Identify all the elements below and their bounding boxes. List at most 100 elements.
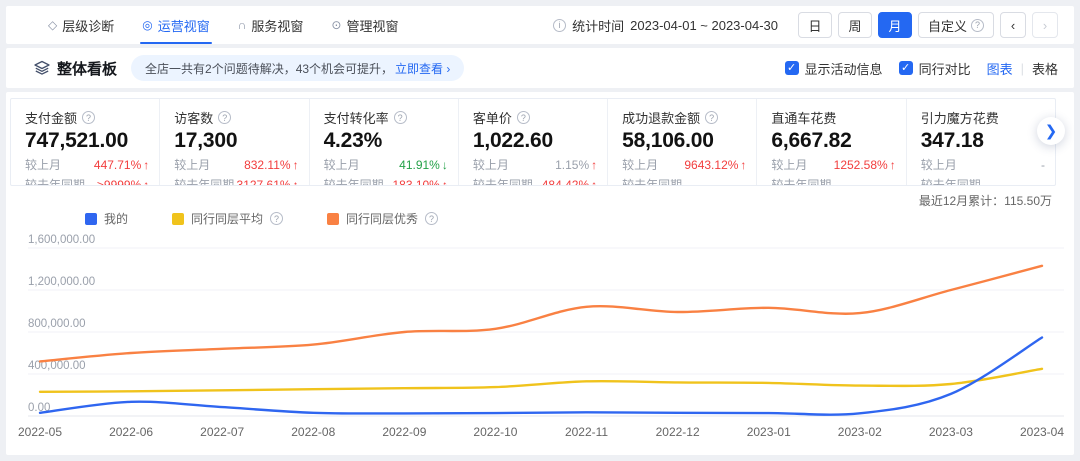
comparison-value: 832.11%↑: [244, 158, 298, 172]
comparison-row: 较去年同期 183.10%↑: [324, 176, 448, 186]
view-tabs: ◇ 层级诊断 ◎ 运营视窗 ∩ 服务视窗 ⊙ 管理视窗: [34, 6, 412, 44]
metric-cards-row: 支付金额 ? 747,521.00 较上月447.71%↑较去年同期>9999%…: [10, 98, 1056, 186]
tab-层级诊断[interactable]: ◇ 层级诊断: [34, 6, 128, 44]
x-axis-tick: 2022-08: [291, 425, 335, 439]
topbar-right: i 统计时间 2023-04-01 ~ 2023-04-30 日周月自定义? ‹…: [553, 12, 1058, 38]
arrow-up-icon: ↑: [293, 158, 299, 172]
metric-card[interactable]: 成功退款金额 ? 58,106.00 较上月9643.12%↑较去年同期-: [608, 99, 757, 185]
metric-title: 支付转化率: [324, 108, 389, 127]
metric-value: 17,300: [174, 129, 298, 153]
question-icon: ?: [517, 111, 530, 124]
comparison-label: 较上月: [25, 156, 61, 173]
metric-card[interactable]: 引力魔方花费 347.18 较上月-较去年同期-: [907, 99, 1055, 185]
comparison-value: 41.91%↓: [399, 158, 448, 172]
comparison-row: 较上月-: [921, 156, 1045, 173]
top-navigation-bar: ◇ 层级诊断 ◎ 运营视窗 ∩ 服务视窗 ⊙ 管理视窗 i 统计时间 2023-…: [6, 6, 1074, 44]
comparison-row: 较上月 41.91%↓: [324, 156, 448, 173]
cards-next-button[interactable]: ❯: [1037, 117, 1065, 145]
legend-swatch: [85, 213, 97, 225]
comparison-row: 较去年同期484.42%↑: [473, 176, 597, 186]
notice-text: 全店一共有2个问题待解决，43个机会可提升，: [145, 60, 393, 77]
metric-card[interactable]: 支付金额 ? 747,521.00 较上月447.71%↑较去年同期>9999%…: [11, 99, 160, 185]
notice-link[interactable]: 立即查看 ›: [395, 60, 450, 77]
prev-period-button[interactable]: ‹: [1000, 12, 1026, 38]
question-icon: ?: [394, 111, 407, 124]
comparison-row: 较去年同期3127.61%↑: [174, 176, 298, 186]
metric-card[interactable]: 支付转化率 ? 4.23% 较上月41.91%↓较去年同期183.10%↑: [310, 99, 459, 185]
metric-card[interactable]: 访客数 ? 17,300 较上月832.11%↑较去年同期3127.61%↑: [160, 99, 309, 185]
tab-运营视窗[interactable]: ◎ 运营视窗: [128, 6, 224, 44]
comparison-label: 较上月: [771, 156, 807, 173]
x-axis-tick: 2023-04: [1020, 425, 1064, 439]
view-table-toggle[interactable]: 表格: [1032, 59, 1058, 78]
checkbox-显示活动信息[interactable]: ✓ 显示活动信息: [785, 59, 883, 78]
series-line-同行同层优秀: [40, 266, 1042, 362]
arrow-up-icon: ↑: [740, 158, 746, 172]
compass-icon: ◎: [142, 18, 152, 32]
checkbox-group: ✓ 显示活动信息 ✓ 同行对比: [785, 59, 971, 78]
y-axis-tick: 1,600,000.00: [28, 234, 95, 246]
question-icon: ?: [82, 111, 95, 124]
comparison-label: 较去年同期: [174, 176, 234, 186]
arrow-up-icon: ↑: [143, 158, 149, 172]
comparison-row: 较上月 1252.58%↑: [771, 156, 895, 173]
seal-icon: ⊙: [331, 18, 341, 32]
comparison-row: 较上月 832.11%↑: [174, 156, 298, 173]
metric-title: 成功退款金额: [622, 108, 700, 127]
layers-icon: [34, 60, 50, 76]
checkbox-同行对比[interactable]: ✓ 同行对比: [899, 59, 971, 78]
arrow-up-icon: ↑: [442, 178, 448, 187]
board-header-bar: 整体看板 全店一共有2个问题待解决，43个机会可提升， 立即查看 › ✓显示活动…: [6, 48, 1074, 88]
checkbox-icon: ✓: [785, 61, 799, 75]
x-axis-tick: 2022-05: [18, 425, 62, 439]
range-button-月[interactable]: 月: [878, 12, 912, 38]
comparison-label: 较上月: [324, 156, 360, 173]
metric-value: 1,022.60: [473, 129, 597, 153]
arrow-up-icon: ↑: [591, 158, 597, 172]
tab-管理视窗[interactable]: ⊙ 管理视窗: [317, 6, 412, 44]
metric-title: 支付金额: [25, 108, 77, 127]
next-period-button[interactable]: ›: [1032, 12, 1058, 38]
checkbox-label: 同行对比: [919, 59, 971, 78]
metric-title: 客单价: [473, 108, 512, 127]
comparison-label: 较去年同期: [771, 176, 831, 186]
arrow-up-icon: ↑: [591, 178, 597, 187]
comparison-value: >9999%↑: [97, 178, 149, 187]
metric-card[interactable]: 客单价 ? 1,022.60 较上月1.15%↑较去年同期484.42%↑: [459, 99, 608, 185]
range-buttons: 日周月自定义?: [798, 12, 994, 38]
arrow-up-icon: ↑: [293, 178, 299, 187]
trend-line-chart[interactable]: 0.00400,000.00800,000.001,200,000.001,60…: [6, 224, 1074, 452]
tab-服务视窗[interactable]: ∩ 服务视窗: [224, 6, 318, 44]
view-chart-toggle[interactable]: 图表: [987, 59, 1013, 78]
metric-title: 直通车花费: [771, 108, 836, 127]
range-button-周[interactable]: 周: [838, 12, 872, 38]
comparison-value: 183.10%↑: [392, 178, 447, 187]
arrow-up-icon: ↑: [143, 178, 149, 187]
checkbox-icon: ✓: [899, 61, 913, 75]
range-button-日[interactable]: 日: [798, 12, 832, 38]
comparison-value: 3127.61%↑: [237, 178, 299, 187]
metric-card[interactable]: 直通车花费 6,667.82 较上月 1252.58%↑较去年同期 -: [757, 99, 906, 185]
checkbox-label: 显示活动信息: [805, 59, 883, 78]
metric-value: 747,521.00: [25, 129, 149, 153]
x-axis-tick: 2023-01: [747, 425, 791, 439]
metric-title: 访客数: [174, 108, 213, 127]
metric-value: 6,667.82: [771, 129, 895, 153]
x-axis-tick: 2022-06: [109, 425, 153, 439]
comparison-label: 较上月: [622, 156, 658, 173]
comparison-label: 较上月: [174, 156, 210, 173]
arrow-down-icon: ↓: [442, 158, 448, 172]
headset-icon: ∩: [238, 18, 247, 32]
comparison-row: 较上月9643.12%↑: [622, 156, 746, 173]
range-button-自定义[interactable]: 自定义?: [918, 12, 994, 38]
comparison-row: 较去年同期-: [622, 176, 746, 186]
comparison-value: 1.15%↑: [555, 158, 597, 172]
metric-value: 58,106.00: [622, 129, 746, 153]
cumulative-total: 最近12月累计：115.50万: [919, 192, 1052, 209]
comparison-row: 较去年同期 -: [771, 176, 895, 186]
comparison-label: 较去年同期: [324, 176, 384, 186]
comparison-value: -: [892, 178, 896, 187]
x-axis-tick: 2022-07: [200, 425, 244, 439]
comparison-value: -: [1041, 158, 1045, 172]
comparison-value: 1252.58%↑: [834, 158, 896, 172]
